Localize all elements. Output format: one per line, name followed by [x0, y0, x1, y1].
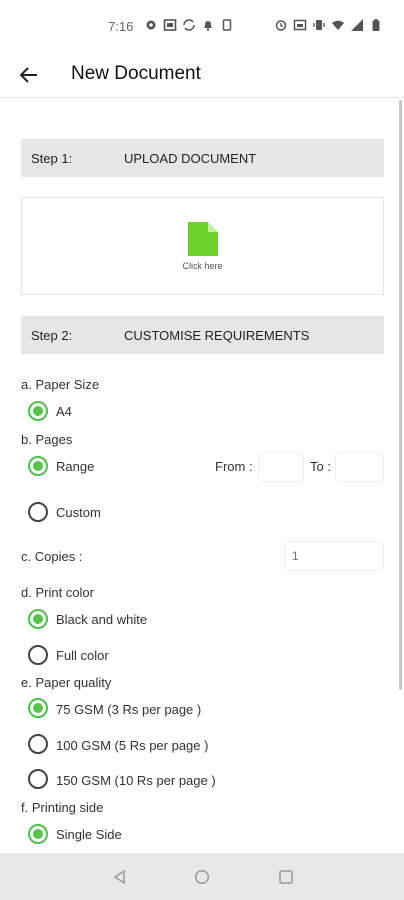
nav-recents-button[interactable]	[276, 867, 296, 887]
radio-side-single[interactable]	[28, 824, 48, 844]
settings-icon	[146, 20, 156, 30]
nav-back-icon	[113, 869, 125, 885]
radio-quality-75[interactable]	[28, 698, 48, 718]
image-icon	[163, 19, 177, 31]
nav-home-button[interactable]	[192, 867, 212, 887]
radio-quality-150[interactable]	[28, 769, 48, 789]
step2-header: Step 2: CUSTOMISE REQUIREMENTS	[21, 316, 384, 354]
arrow-back-icon	[19, 67, 37, 83]
option-side-single[interactable]: Single Side	[56, 827, 122, 842]
page-title: New Document	[71, 63, 201, 84]
option-pages-range[interactable]: Range	[56, 459, 94, 474]
step2-label: Step 2:	[31, 328, 73, 343]
option-quality-75[interactable]: 75 GSM (3 Rs per page )	[56, 702, 201, 717]
nav-recents-icon	[279, 870, 293, 884]
from-page-input[interactable]	[258, 452, 304, 482]
alarm-icon	[275, 20, 287, 31]
printing-side-label: f. Printing side	[21, 800, 104, 815]
app-bar: New Document	[0, 52, 404, 98]
wifi-icon	[332, 20, 344, 30]
option-pages-custom[interactable]: Custom	[56, 505, 101, 520]
back-button[interactable]	[14, 60, 44, 90]
radio-quality-100[interactable]	[28, 734, 48, 754]
sim-icon	[222, 19, 232, 31]
option-color-full[interactable]: Full color	[56, 648, 109, 663]
battery-icon	[372, 19, 380, 31]
paper-quality-label: e. Paper quality	[21, 675, 112, 690]
radio-paper-a4[interactable]	[28, 401, 48, 421]
step2-title: CUSTOMISE REQUIREMENTS	[124, 328, 310, 343]
radio-color-full[interactable]	[28, 645, 48, 665]
step1-label: Step 1:	[31, 151, 73, 166]
nav-back-button[interactable]	[110, 867, 130, 887]
document-icon	[188, 222, 218, 256]
step1-header: Step 1: UPLOAD DOCUMENT	[21, 139, 384, 177]
sync-icon	[183, 19, 195, 31]
status-bar: 7:16	[0, 0, 404, 52]
step1-title: UPLOAD DOCUMENT	[124, 151, 257, 166]
upload-document-area[interactable]: Click here	[21, 197, 384, 295]
option-quality-150[interactable]: 150 GSM (10 Rs per page )	[56, 773, 216, 788]
vibrate-icon	[313, 20, 325, 30]
signal-icon	[351, 19, 363, 31]
option-paper-a4[interactable]: A4	[56, 404, 72, 419]
pages-label: b. Pages	[21, 432, 73, 447]
system-nav-bar	[0, 853, 404, 900]
to-page-input[interactable]	[335, 452, 384, 482]
option-color-bw[interactable]: Black and white	[56, 612, 147, 627]
option-quality-100[interactable]: 100 GSM (5 Rs per page )	[56, 738, 208, 753]
cast-icon	[293, 19, 307, 31]
print-color-label: d. Print color	[21, 585, 94, 600]
scrollbar[interactable]	[399, 100, 402, 690]
from-label: From :	[215, 459, 253, 474]
to-label: To :	[310, 459, 331, 474]
nav-home-icon	[194, 869, 210, 885]
radio-pages-custom[interactable]	[28, 502, 48, 522]
radio-color-bw[interactable]	[28, 609, 48, 629]
status-time: 7:16	[108, 19, 134, 34]
copies-label: c. Copies :	[21, 549, 83, 564]
paper-size-label: a. Paper Size	[21, 377, 100, 392]
copies-input[interactable]	[285, 541, 384, 571]
radio-pages-range[interactable]	[28, 456, 48, 476]
notification-icon	[204, 21, 212, 31]
upload-hint: Click here	[182, 261, 223, 271]
